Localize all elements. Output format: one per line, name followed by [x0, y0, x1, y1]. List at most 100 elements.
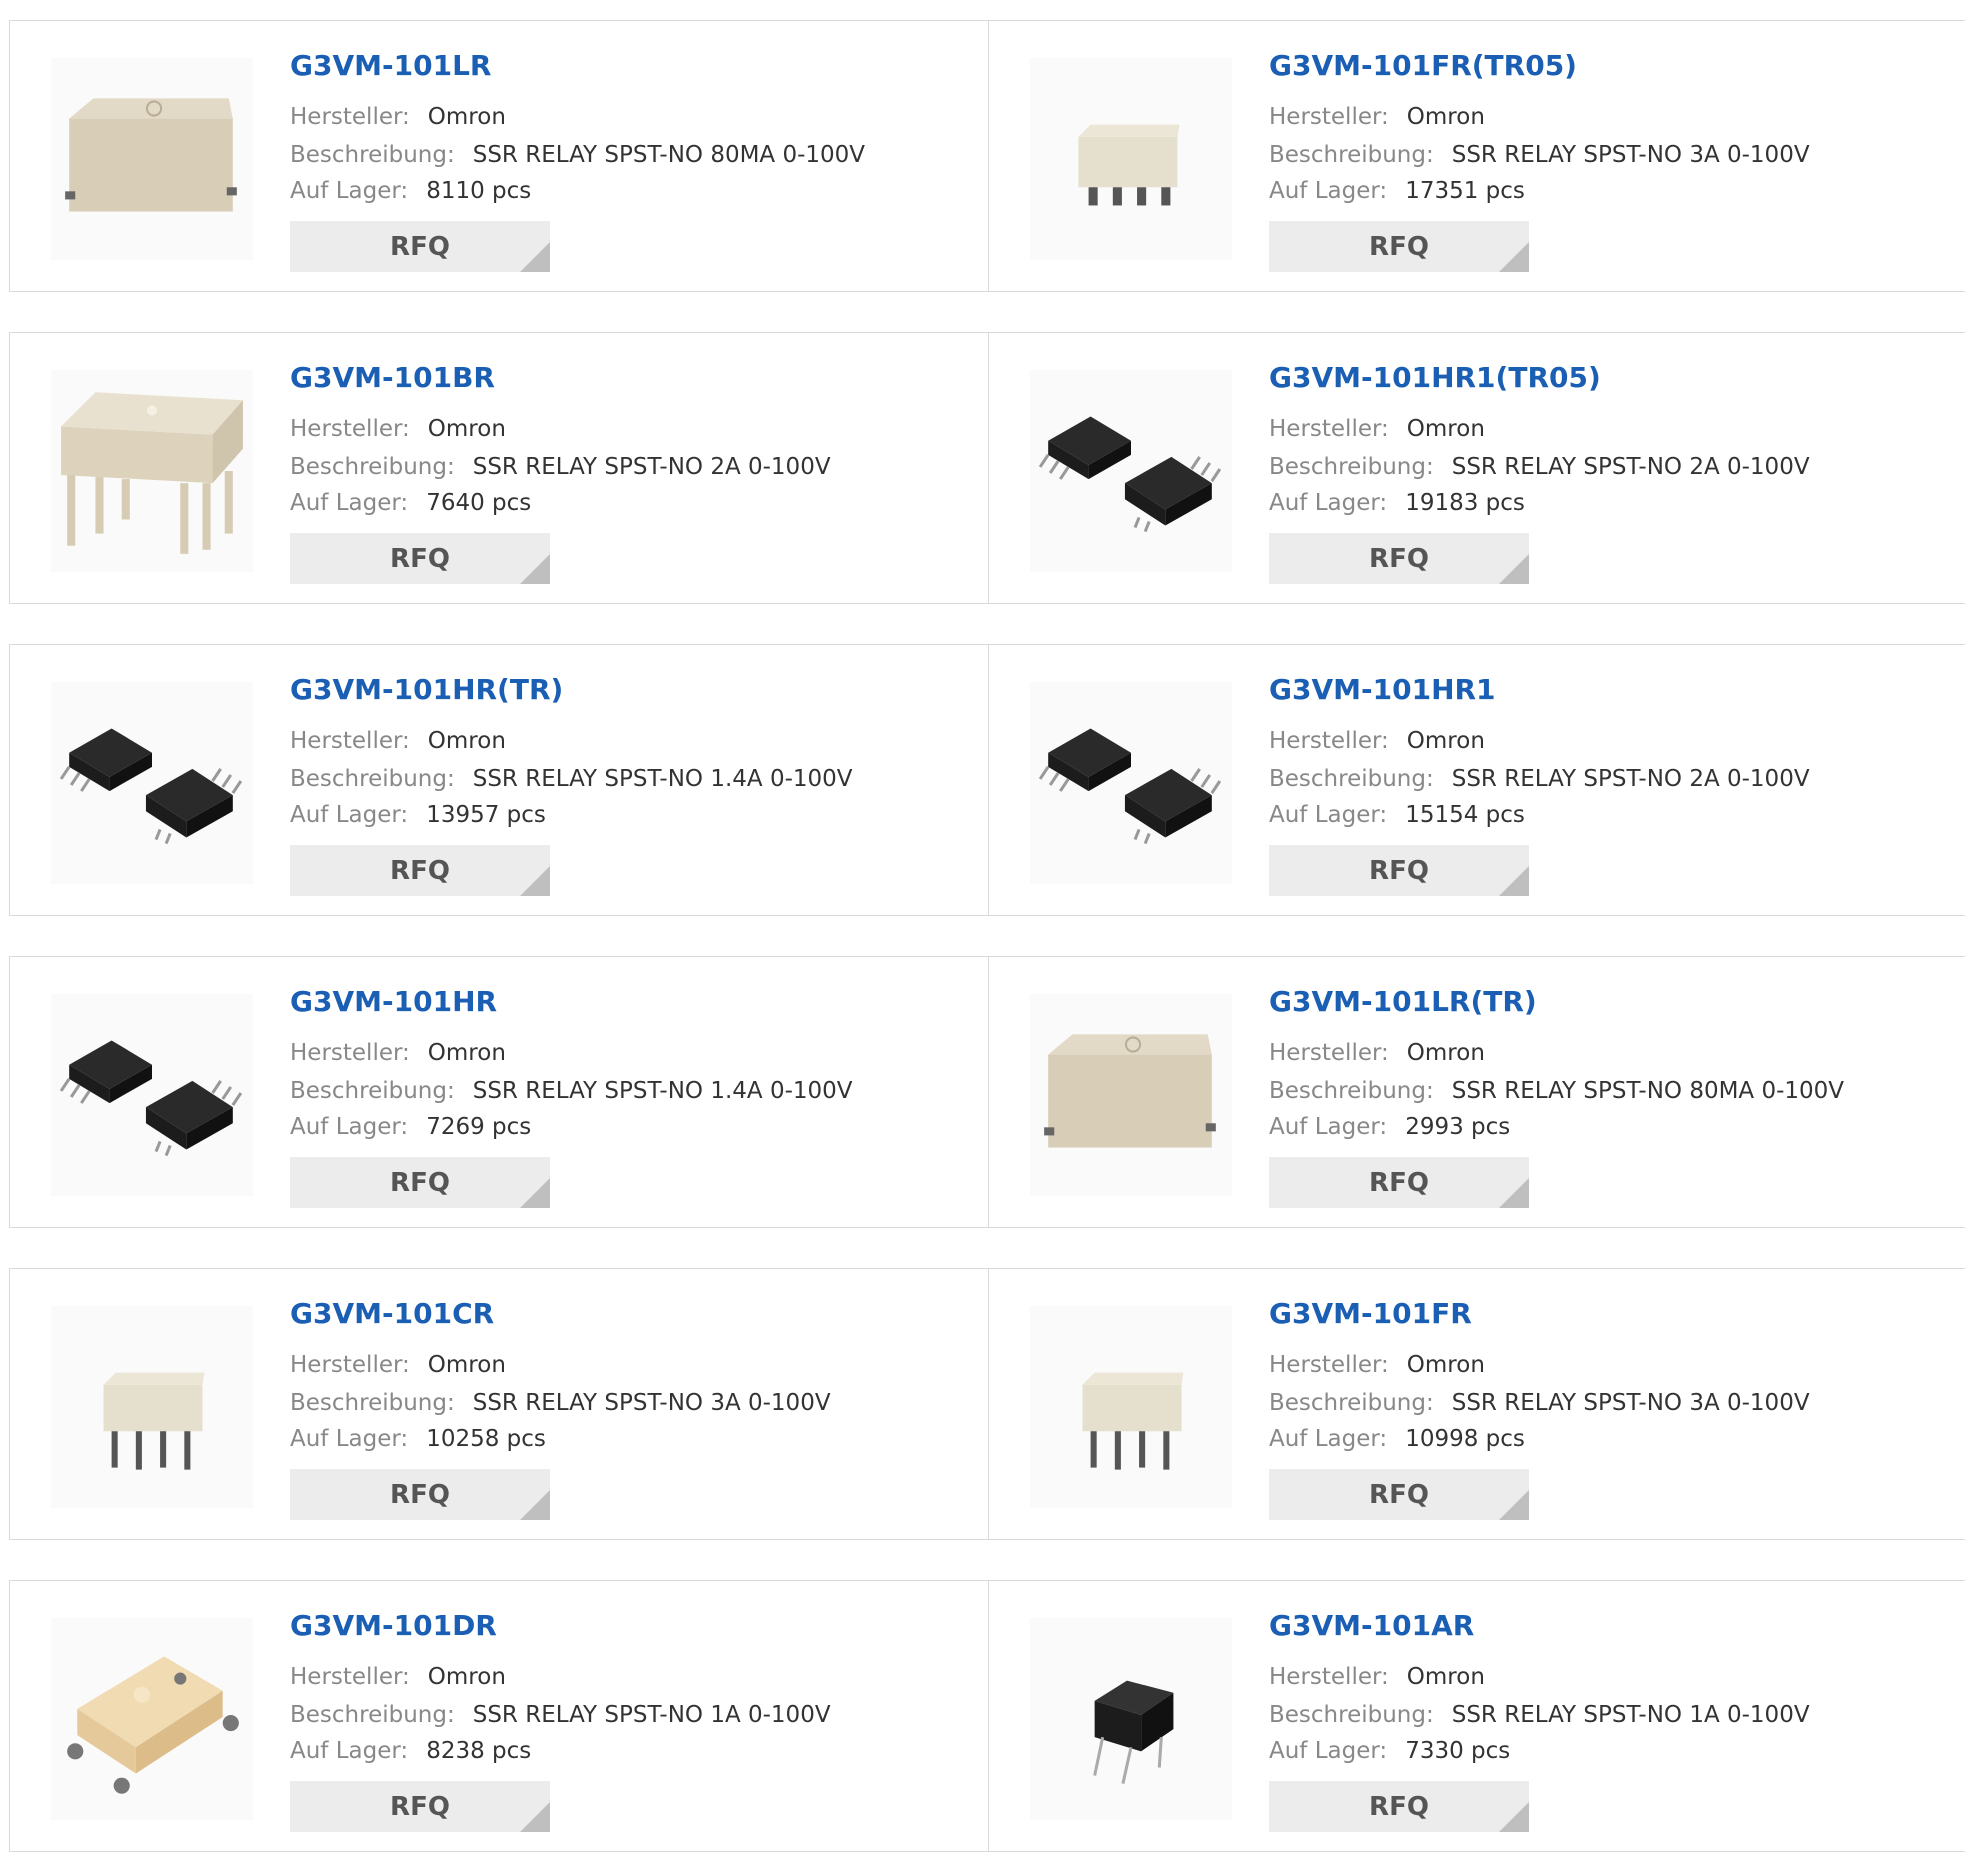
stock-value: 17351 pcs: [1405, 178, 1525, 204]
rfq-label: RFQ: [390, 1479, 450, 1510]
corner-triangle-icon: [520, 554, 550, 584]
stock-label: Auf Lager:: [290, 1738, 409, 1764]
rfq-label: RFQ: [1369, 1791, 1429, 1822]
rfq-label: RFQ: [390, 1791, 450, 1822]
manufacturer-label: Hersteller:: [290, 416, 410, 442]
description-line: Beschreibung: SSR RELAY SPST-NO 3A 0-100V: [290, 1390, 831, 1416]
part-number-link[interactable]: G3VM-101LR: [290, 49, 491, 82]
product-image[interactable]: [51, 58, 253, 260]
description-value: SSR RELAY SPST-NO 3A 0-100V: [1451, 142, 1810, 168]
description-value: SSR RELAY SPST-NO 3A 0-100V: [472, 1390, 831, 1416]
product-image[interactable]: [51, 994, 253, 1196]
product-image[interactable]: [1030, 58, 1232, 260]
manufacturer-line: Hersteller: Omron: [290, 1040, 506, 1066]
manufacturer-line: Hersteller: Omron: [290, 416, 506, 442]
description-label: Beschreibung:: [290, 766, 455, 792]
product-row: G3VM-101BR Hersteller: Omron Beschreibung…: [9, 332, 1965, 604]
part-number-link[interactable]: G3VM-101BR: [290, 361, 495, 394]
stock-line: Auf Lager: 13957 pcs: [290, 802, 546, 828]
product-image[interactable]: [51, 370, 253, 572]
part-number-link[interactable]: G3VM-101HR: [290, 985, 497, 1018]
manufacturer-line: Hersteller: Omron: [290, 1664, 506, 1690]
description-label: Beschreibung:: [1269, 1390, 1434, 1416]
part-number-link[interactable]: G3VM-101HR(TR): [290, 673, 563, 706]
product-image[interactable]: [51, 682, 253, 884]
product-image[interactable]: [51, 1618, 253, 1820]
part-number-link[interactable]: G3VM-101DR: [290, 1609, 497, 1642]
product-card: G3VM-101HR1(TR05) Hersteller: Omron Besch…: [988, 333, 1965, 603]
manufacturer-label: Hersteller:: [1269, 1040, 1389, 1066]
stock-line: Auf Lager: 8238 pcs: [290, 1738, 531, 1764]
corner-triangle-icon: [1499, 242, 1529, 272]
stock-value: 15154 pcs: [1405, 802, 1525, 828]
stock-value: 8110 pcs: [426, 178, 532, 204]
part-number-link[interactable]: G3VM-101FR(TR05): [1269, 49, 1577, 82]
stock-label: Auf Lager:: [290, 178, 409, 204]
part-number-link[interactable]: G3VM-101FR: [1269, 1297, 1472, 1330]
manufacturer-line: Hersteller: Omron: [1269, 416, 1485, 442]
description-label: Beschreibung:: [290, 1078, 455, 1104]
stock-value: 13957 pcs: [426, 802, 546, 828]
rfq-label: RFQ: [390, 231, 450, 262]
product-image[interactable]: [1030, 1618, 1232, 1820]
manufacturer-line: Hersteller: Omron: [1269, 728, 1485, 754]
rfq-label: RFQ: [1369, 543, 1429, 574]
rfq-button[interactable]: RFQ: [290, 1781, 550, 1832]
description-label: Beschreibung:: [1269, 142, 1434, 168]
manufacturer-line: Hersteller: Omron: [1269, 1352, 1485, 1378]
product-image[interactable]: [1030, 682, 1232, 884]
part-number-link[interactable]: G3VM-101HR1(TR05): [1269, 361, 1601, 394]
manufacturer-label: Hersteller:: [1269, 1664, 1389, 1690]
description-line: Beschreibung: SSR RELAY SPST-NO 1A 0-100V: [1269, 1702, 1810, 1728]
stock-value: 8238 pcs: [426, 1738, 532, 1764]
description-value: SSR RELAY SPST-NO 2A 0-100V: [472, 454, 831, 480]
description-label: Beschreibung:: [290, 1390, 455, 1416]
stock-line: Auf Lager: 7269 pcs: [290, 1114, 531, 1140]
product-row: G3VM-101DR Hersteller: Omron Beschreibung…: [9, 1580, 1965, 1852]
manufacturer-value: Omron: [1406, 1664, 1485, 1690]
corner-triangle-icon: [520, 1802, 550, 1832]
rfq-button[interactable]: RFQ: [290, 533, 550, 584]
stock-label: Auf Lager:: [1269, 490, 1388, 516]
stock-label: Auf Lager:: [1269, 1738, 1388, 1764]
rfq-button[interactable]: RFQ: [1269, 221, 1529, 272]
part-number-link[interactable]: G3VM-101CR: [290, 1297, 494, 1330]
manufacturer-line: Hersteller: Omron: [290, 104, 506, 130]
rfq-button[interactable]: RFQ: [290, 845, 550, 896]
product-card: G3VM-101FR(TR05) Hersteller: Omron Beschr…: [988, 21, 1965, 291]
rfq-button[interactable]: RFQ: [1269, 1469, 1529, 1520]
stock-value: 10998 pcs: [1405, 1426, 1525, 1452]
stock-label: Auf Lager:: [290, 1426, 409, 1452]
stock-line: Auf Lager: 7640 pcs: [290, 490, 531, 516]
manufacturer-label: Hersteller:: [1269, 104, 1389, 130]
manufacturer-label: Hersteller:: [290, 728, 410, 754]
product-image[interactable]: [1030, 1306, 1232, 1508]
rfq-label: RFQ: [1369, 1167, 1429, 1198]
manufacturer-value: Omron: [1406, 1352, 1485, 1378]
product-card: G3VM-101BR Hersteller: Omron Beschreibung…: [10, 333, 988, 603]
stock-label: Auf Lager:: [290, 802, 409, 828]
product-row: G3VM-101CR Hersteller: Omron Beschreibung…: [9, 1268, 1965, 1540]
description-value: SSR RELAY SPST-NO 1.4A 0-100V: [472, 766, 853, 792]
rfq-button[interactable]: RFQ: [1269, 1157, 1529, 1208]
product-image[interactable]: [51, 1306, 253, 1508]
corner-triangle-icon: [1499, 554, 1529, 584]
product-image[interactable]: [1030, 370, 1232, 572]
rfq-button[interactable]: RFQ: [290, 221, 550, 272]
rfq-button[interactable]: RFQ: [290, 1157, 550, 1208]
rfq-button[interactable]: RFQ: [1269, 533, 1529, 584]
rfq-button[interactable]: RFQ: [1269, 1781, 1529, 1832]
manufacturer-value: Omron: [427, 1664, 506, 1690]
part-number-link[interactable]: G3VM-101LR(TR): [1269, 985, 1537, 1018]
rfq-button[interactable]: RFQ: [290, 1469, 550, 1520]
stock-line: Auf Lager: 8110 pcs: [290, 178, 531, 204]
part-number-link[interactable]: G3VM-101HR1: [1269, 673, 1496, 706]
product-image[interactable]: [1030, 994, 1232, 1196]
description-line: Beschreibung: SSR RELAY SPST-NO 3A 0-100V: [1269, 142, 1810, 168]
product-card: G3VM-101HR1 Hersteller: Omron Beschreibun…: [988, 645, 1965, 915]
rfq-button[interactable]: RFQ: [1269, 845, 1529, 896]
description-value: SSR RELAY SPST-NO 1.4A 0-100V: [472, 1078, 853, 1104]
part-number-link[interactable]: G3VM-101AR: [1269, 1609, 1474, 1642]
corner-triangle-icon: [520, 242, 550, 272]
stock-line: Auf Lager: 17351 pcs: [1269, 178, 1525, 204]
